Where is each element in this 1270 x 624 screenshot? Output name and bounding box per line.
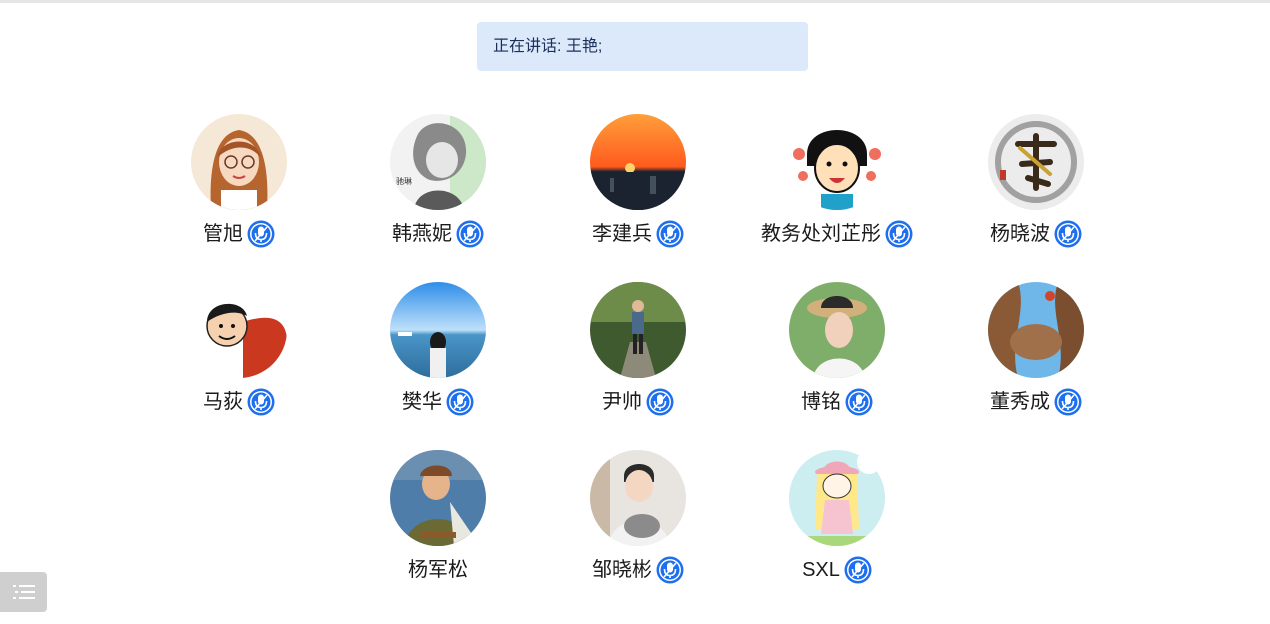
microphone-icon[interactable] [656,556,684,584]
participant-name: 杨晓波 [990,223,1050,245]
participant-tile[interactable]: 教务处刘芷彤 [737,114,937,264]
microphone-icon[interactable] [247,388,275,416]
rock-avatar [988,282,1084,378]
participant-name: 杨军松 [408,559,468,581]
beach-avatar [390,282,486,378]
participant-name: 韩燕妮 [392,223,452,245]
microphone-icon[interactable] [1054,388,1082,416]
microphone-icon[interactable] [446,388,474,416]
participant-tile[interactable]: 李建兵 [538,114,738,264]
sunset-avatar [590,114,686,210]
microphone-icon[interactable] [1054,220,1082,248]
calligraphy-avatar [988,114,1084,210]
top-divider [0,0,1270,3]
microphone-icon[interactable] [845,388,873,416]
participant-tile[interactable]: 董秀成 [936,282,1136,432]
menu-button[interactable] [0,572,47,612]
hat-photo-avatar [789,282,885,378]
poster-avatar [390,450,486,546]
participant-tile[interactable]: 博铭 [737,282,937,432]
sketch-girl-avatar: 驰琳 [390,114,486,210]
microphone-icon[interactable] [656,220,684,248]
list-menu-icon [12,585,35,599]
participant-name: 邹晓彬 [592,559,652,581]
participant-name: 管旭 [203,223,243,245]
microphone-icon[interactable] [885,220,913,248]
microphone-icon[interactable] [844,556,872,584]
boy-cat-avatar [590,450,686,546]
participant-name: 李建兵 [592,223,652,245]
participant-name: 董秀成 [990,391,1050,413]
microphone-icon[interactable] [456,220,484,248]
participant-name: 博铭 [801,391,841,413]
participant-tile[interactable]: 杨军松 [338,450,538,600]
participant-name: SXL [802,559,840,581]
speaking-text: 正在讲话: 王艳; [493,38,603,55]
microphone-icon[interactable] [646,388,674,416]
participant-name: 尹帅 [602,391,642,413]
participant-name: 马荻 [203,391,243,413]
participant-name: 樊华 [402,391,442,413]
participant-tile[interactable]: 马荻 [139,282,339,432]
participant-tile[interactable]: 邹晓彬 [538,450,738,600]
park-photo-avatar [590,282,686,378]
participant-tile[interactable]: SXL [737,450,937,600]
svg-text:驰琳: 驰琳 [396,176,412,186]
participant-tile[interactable]: 驰琳 韩燕妮 [338,114,538,264]
participant-tile[interactable]: 杨晓波 [936,114,1136,264]
cartoon-girl-avatar [191,114,287,210]
cartoon-hat-avatar [789,450,885,546]
participant-tile[interactable]: 管旭 [139,114,339,264]
microphone-icon[interactable] [247,220,275,248]
speaking-banner: 正在讲话: 王艳; [477,22,808,71]
participant-tile[interactable]: 尹帅 [538,282,738,432]
participant-tile[interactable]: 樊华 [338,282,538,432]
participant-name: 教务处刘芷彤 [761,223,881,245]
cartoon-face-avatar [789,114,885,210]
cartoon-boy-avatar [191,282,287,378]
